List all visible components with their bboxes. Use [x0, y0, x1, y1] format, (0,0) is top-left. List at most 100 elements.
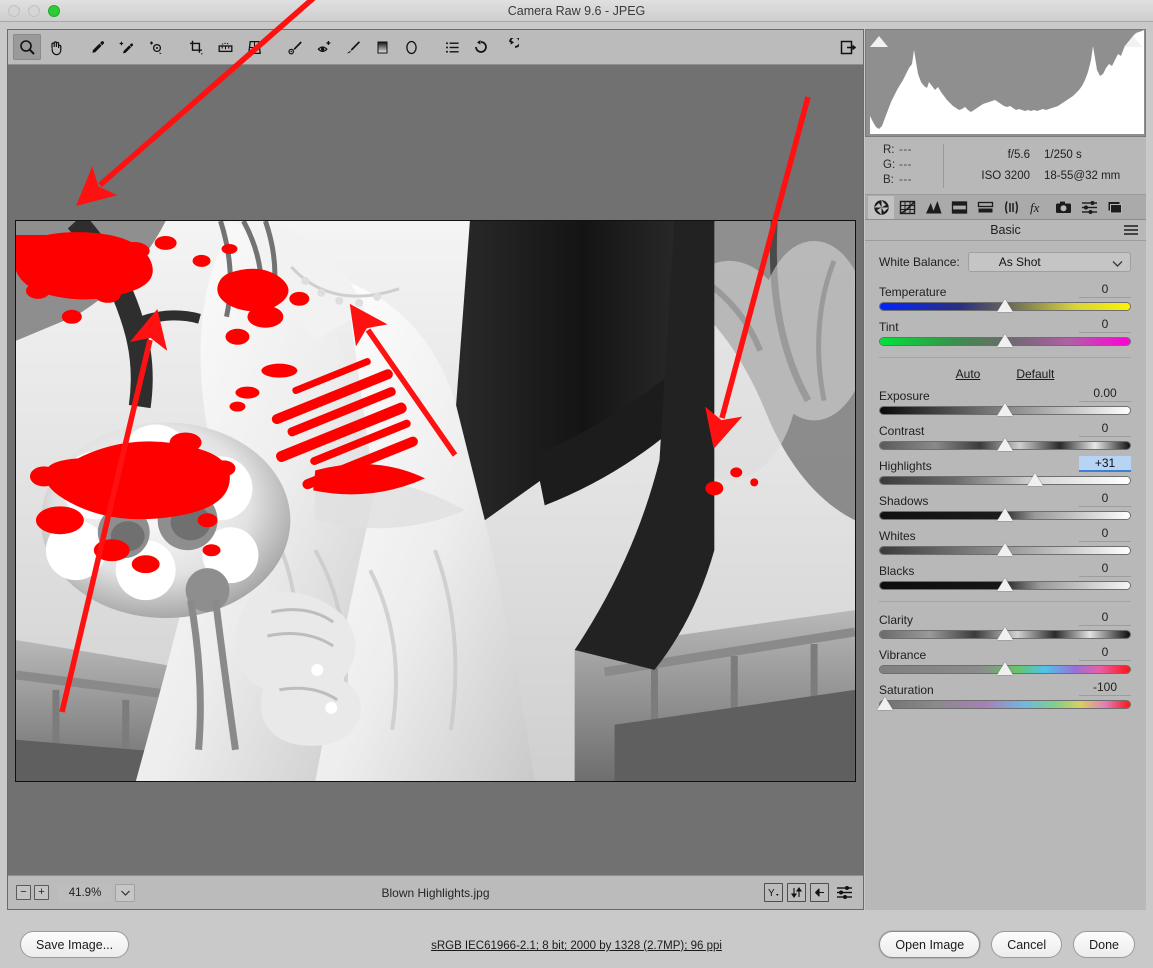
- slider-track[interactable]: [879, 299, 1131, 312]
- tab-basic[interactable]: [868, 195, 894, 219]
- slider-value[interactable]: 0: [1079, 645, 1131, 661]
- slider-value[interactable]: 0.00: [1079, 386, 1131, 402]
- straighten-tool[interactable]: [211, 34, 239, 60]
- slider-vibrance[interactable]: Vibrance 0: [879, 645, 1131, 675]
- slider-value[interactable]: +31: [1079, 456, 1131, 472]
- tab-lens-corrections[interactable]: [998, 196, 1024, 219]
- slider-value[interactable]: 0: [1079, 421, 1131, 437]
- slider-thumb[interactable]: [997, 662, 1013, 675]
- slider-contrast[interactable]: Contrast 0: [879, 421, 1131, 451]
- slider-thumb[interactable]: [997, 543, 1013, 556]
- slider-thumb[interactable]: [997, 299, 1013, 312]
- slider-highlights[interactable]: Highlights +31: [879, 456, 1131, 486]
- slider-temperature[interactable]: Temperature 0: [879, 282, 1131, 312]
- slider-track[interactable]: [879, 508, 1131, 521]
- zoom-out-button[interactable]: −: [16, 885, 31, 900]
- slider-value[interactable]: 0: [1079, 282, 1131, 298]
- cancel-button[interactable]: Cancel: [991, 931, 1063, 958]
- red-eye-removal-tool[interactable]: [310, 34, 338, 60]
- slider-track[interactable]: [879, 334, 1131, 347]
- graduated-filter-tool[interactable]: [368, 34, 396, 60]
- slider-track[interactable]: [877, 697, 1131, 710]
- auto-link[interactable]: Auto: [956, 367, 981, 381]
- open-image-button[interactable]: Open Image: [879, 931, 981, 958]
- slider-track[interactable]: [879, 578, 1131, 591]
- slider-thumb[interactable]: [997, 627, 1013, 640]
- slider-blacks[interactable]: Blacks 0: [879, 561, 1131, 591]
- slider-thumb[interactable]: [997, 334, 1013, 347]
- slider-clarity[interactable]: Clarity 0: [879, 610, 1131, 640]
- adjustment-brush-tool[interactable]: [339, 34, 367, 60]
- crop-tool[interactable]: [182, 34, 210, 60]
- slider-whites[interactable]: Whites 0: [879, 526, 1131, 556]
- tab-snapshots[interactable]: [1102, 196, 1128, 219]
- white-balance-eyedropper-tool[interactable]: [83, 34, 111, 60]
- targeted-adjustment-tool[interactable]: [141, 34, 169, 60]
- highlight-clipping-warning-icon[interactable]: [1122, 32, 1143, 51]
- slider-value[interactable]: -100: [1079, 680, 1131, 696]
- slider-thumb[interactable]: [997, 508, 1013, 521]
- slider-value[interactable]: 0: [1079, 317, 1131, 333]
- slider-value[interactable]: 0: [1079, 610, 1131, 626]
- before-after-copy-button[interactable]: [810, 883, 829, 902]
- slider-thumb[interactable]: [997, 438, 1013, 451]
- open-preferences-icon[interactable]: [834, 34, 862, 60]
- rgb-r-label: R:: [883, 144, 895, 156]
- slider-track[interactable]: [879, 473, 1131, 486]
- image-preview[interactable]: [15, 220, 856, 782]
- zoom-tool[interactable]: [13, 34, 41, 60]
- zoom-in-button[interactable]: +: [34, 885, 49, 900]
- panel-title: Basic: [990, 223, 1021, 237]
- transform-tool[interactable]: [240, 34, 268, 60]
- toggle-full-screen-button[interactable]: Y: [764, 883, 783, 902]
- slider-saturation[interactable]: Saturation -100: [877, 680, 1131, 710]
- rotate-counterclockwise-tool[interactable]: [467, 34, 495, 60]
- done-button[interactable]: Done: [1073, 931, 1135, 958]
- slider-thumb[interactable]: [997, 403, 1013, 416]
- slider-track[interactable]: [879, 627, 1131, 640]
- tab-tone-curve[interactable]: [894, 196, 920, 219]
- zoom-level-dropdown[interactable]: [115, 883, 135, 902]
- hand-tool[interactable]: [42, 34, 70, 60]
- slider-track[interactable]: [879, 403, 1131, 416]
- tab-presets[interactable]: [1076, 196, 1102, 219]
- save-image-button[interactable]: Save Image...: [20, 931, 130, 958]
- shadow-clipping-warning-icon[interactable]: [868, 32, 889, 51]
- before-after-swap-button[interactable]: [787, 883, 806, 902]
- zoom-level-value[interactable]: 41.9%: [58, 883, 112, 902]
- slider-shadows[interactable]: Shadows 0: [879, 491, 1131, 521]
- panel-menu-icon[interactable]: [1124, 224, 1138, 239]
- svg-text:fx: fx: [1030, 200, 1040, 215]
- histogram[interactable]: [865, 29, 1146, 137]
- slider-value[interactable]: 0: [1079, 491, 1131, 507]
- tab-hsl-grayscale[interactable]: [946, 196, 972, 219]
- slider-label: Whites: [879, 529, 916, 543]
- dialog-buttons: Open Image Cancel Done: [879, 931, 1135, 958]
- tab-split-toning[interactable]: [972, 196, 998, 219]
- white-balance-select[interactable]: As Shot: [967, 252, 1131, 272]
- slider-thumb[interactable]: [1027, 473, 1043, 486]
- slider-track[interactable]: [879, 438, 1131, 451]
- workflow-options-link[interactable]: sRGB IEC61966-2.1; 8 bit; 2000 by 1328 (…: [431, 940, 722, 952]
- slider-track[interactable]: [879, 662, 1131, 675]
- default-link[interactable]: Default: [1016, 367, 1054, 381]
- slider-label: Blacks: [879, 564, 915, 578]
- slider-value[interactable]: 0: [1079, 561, 1131, 577]
- slider-label: Contrast: [879, 424, 925, 438]
- slider-exposure[interactable]: Exposure 0.00: [879, 386, 1131, 416]
- presets-tool[interactable]: [438, 34, 466, 60]
- rotate-clockwise-tool[interactable]: [496, 34, 524, 60]
- radial-filter-tool[interactable]: [397, 34, 425, 60]
- tab-effects[interactable]: fx: [1024, 196, 1050, 219]
- preview-preferences-button[interactable]: [833, 883, 855, 902]
- slider-thumb[interactable]: [877, 697, 893, 710]
- tab-detail[interactable]: [920, 196, 946, 219]
- slider-tint[interactable]: Tint 0: [879, 317, 1131, 347]
- slider-thumb[interactable]: [997, 578, 1013, 591]
- spot-removal-tool[interactable]: [281, 34, 309, 60]
- image-canvas[interactable]: [8, 65, 863, 875]
- slider-track[interactable]: [879, 543, 1131, 556]
- tab-camera-calibration[interactable]: [1050, 196, 1076, 219]
- slider-value[interactable]: 0: [1079, 526, 1131, 542]
- color-sampler-tool[interactable]: [112, 34, 140, 60]
